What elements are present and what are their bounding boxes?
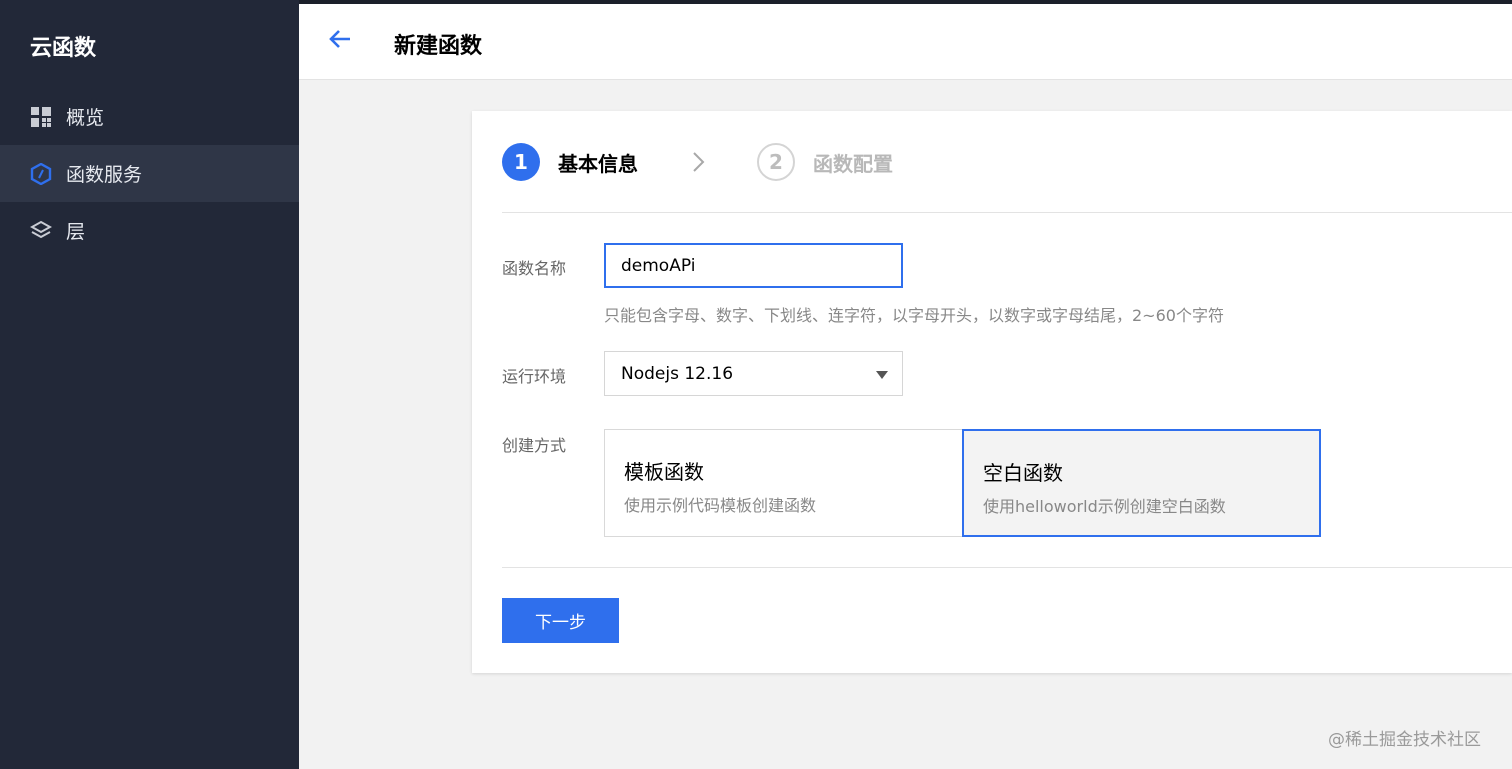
watermark: @稀土掘金技术社区 — [1328, 730, 1481, 750]
sidebar-item-label: 概览 — [66, 107, 105, 129]
divider — [502, 567, 1512, 568]
step-number: 1 — [502, 143, 540, 181]
step-number: 2 — [757, 143, 795, 181]
create-method-label: 创建方式 — [502, 436, 567, 455]
page-title: 新建函数 — [394, 34, 483, 59]
caret-down-icon — [876, 371, 888, 379]
layers-icon — [30, 220, 52, 242]
option-title: 空白函数 — [983, 461, 1063, 485]
option-blank-function[interactable]: 空白函数 使用helloworld示例创建空白函数 — [962, 429, 1321, 537]
sidebar-title: 云函数 — [30, 36, 97, 61]
hexagon-icon — [30, 162, 52, 185]
option-template-function[interactable]: 模板函数 使用示例代码模板创建函数 — [604, 429, 963, 537]
step-function-config: 2 函数配置 — [757, 141, 893, 183]
sidebar-item-functions[interactable]: 函数服务 — [0, 145, 299, 202]
function-name-hint: 只能包含字母、数字、下划线、连字符，以字母开头，以数字或字母结尾，2~60个字符 — [604, 306, 1224, 325]
option-desc: 使用helloworld示例创建空白函数 — [983, 497, 1226, 516]
create-function-card: 1 基本信息 2 函数配置 函数名称 只能包含字母、数字、下划线、连字符，以字母… — [472, 111, 1512, 673]
sidebar: 云函数 概览 函数服务 层 — [0, 0, 299, 769]
chevron-right-icon — [692, 151, 706, 177]
runtime-select[interactable]: Nodejs 12.16 — [604, 351, 903, 396]
arrow-left-icon — [328, 28, 352, 54]
sidebar-item-label: 函数服务 — [66, 164, 143, 186]
runtime-value: Nodejs 12.16 — [621, 363, 734, 384]
page-header: 新建函数 — [299, 4, 1512, 80]
sidebar-item-label: 层 — [66, 221, 86, 243]
runtime-label: 运行环境 — [502, 367, 567, 386]
sidebar-item-layers[interactable]: 层 — [0, 202, 299, 259]
step-basic-info: 1 基本信息 — [502, 141, 638, 183]
option-title: 模板函数 — [624, 460, 704, 484]
grid-icon — [30, 106, 52, 128]
function-name-label: 函数名称 — [502, 259, 567, 278]
step-label: 函数配置 — [813, 151, 893, 176]
divider — [502, 212, 1512, 213]
step-label: 基本信息 — [558, 151, 638, 176]
next-step-button[interactable]: 下一步 — [502, 598, 619, 643]
sidebar-item-overview[interactable]: 概览 — [0, 88, 299, 145]
function-name-input[interactable] — [604, 243, 903, 288]
option-desc: 使用示例代码模板创建函数 — [624, 496, 817, 515]
back-button[interactable] — [327, 28, 353, 54]
